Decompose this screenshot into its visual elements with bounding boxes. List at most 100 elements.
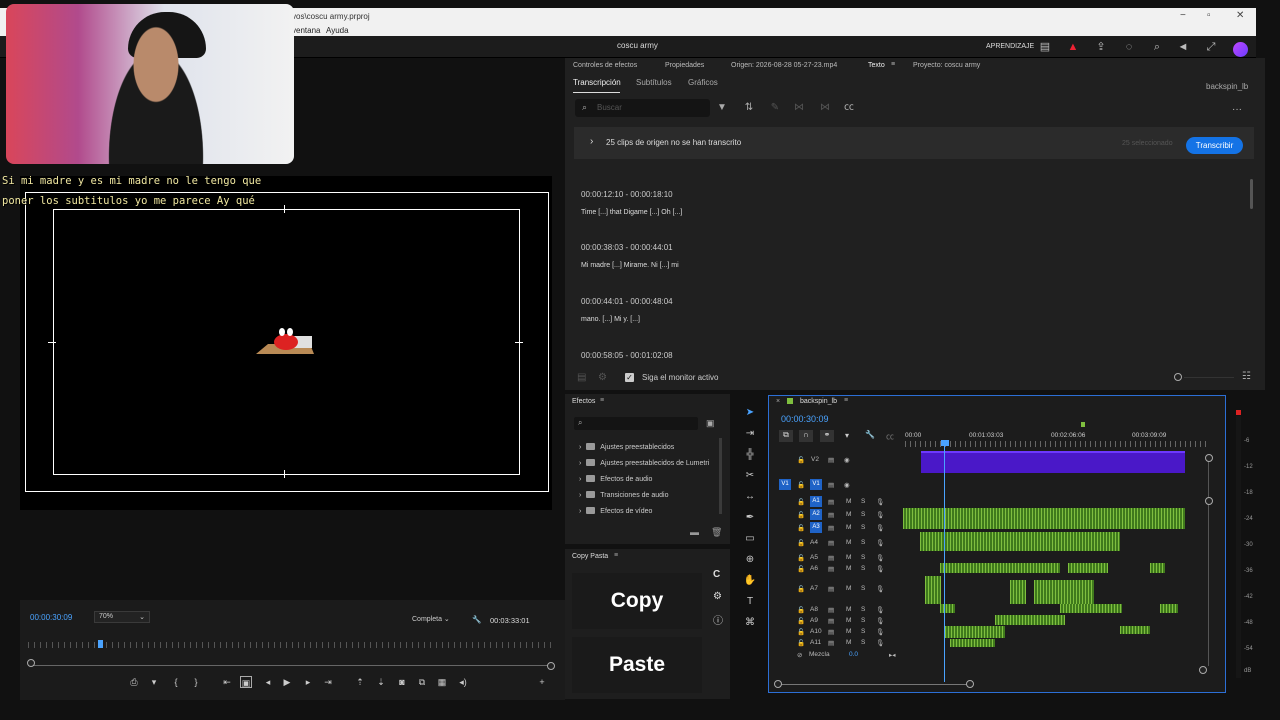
go-to-in-icon[interactable]: ⇤ <box>221 676 233 688</box>
captions-icon[interactable]: ㏄ <box>843 102 855 114</box>
mute-icon[interactable]: M <box>846 511 851 518</box>
timeline-playhead-handle[interactable] <box>941 440 949 446</box>
trash-icon[interactable]: 🗑 <box>711 527 722 538</box>
minimize-icon[interactable]: − <box>1180 10 1186 21</box>
info-icon[interactable]: ⓘ <box>713 612 723 627</box>
captions-toggle-icon[interactable]: ㏄ <box>886 431 894 442</box>
paste-button[interactable]: Paste <box>572 637 702 693</box>
solo-icon[interactable]: S <box>861 498 865 505</box>
panel-menu-icon[interactable]: ≡ <box>614 552 618 559</box>
track-select-icon[interactable]: ⇥ <box>743 427 757 441</box>
follow-monitor-checkbox[interactable]: ✓ <box>625 373 634 382</box>
close-icon[interactable]: ✕ <box>1236 10 1244 21</box>
mute-icon[interactable]: M <box>846 628 851 635</box>
speaker-icon[interactable]: ⋈ <box>819 102 831 114</box>
track-label-v1[interactable]: V1 <box>810 479 822 490</box>
lock-icon[interactable]: 🔓 <box>797 606 805 614</box>
solo-icon[interactable]: S <box>861 617 865 624</box>
tab-subtitles[interactable]: Subtítulos <box>636 78 672 87</box>
segment-text[interactable]: Time [...] that Digame [...] Oh [...] <box>581 209 682 216</box>
lock-icon[interactable]: 🔓 <box>797 481 805 489</box>
tab-transcription[interactable]: Transcripción <box>573 78 621 87</box>
sequence-tab[interactable]: backspin_lb <box>800 398 837 405</box>
solo-icon[interactable]: S <box>861 554 865 561</box>
v-scroll-handle[interactable] <box>1205 454 1213 462</box>
selection-tool-icon[interactable]: ➤ <box>743 406 757 420</box>
audio-clip[interactable] <box>1150 563 1165 573</box>
slip-icon[interactable]: ↔ <box>743 490 757 504</box>
extract-icon[interactable]: ⇣ <box>375 676 387 688</box>
audio-clip[interactable] <box>950 639 995 647</box>
razor-icon[interactable]: ✂ <box>743 469 757 483</box>
scroll-end-handle[interactable] <box>547 662 555 670</box>
mark-in-icon[interactable]: { <box>170 676 182 688</box>
mix-value[interactable]: 0.0 <box>849 651 858 658</box>
mic-icon[interactable]: 🎙 <box>876 498 884 506</box>
lock-icon[interactable]: 🔓 <box>797 565 805 573</box>
tab-text[interactable]: Texto <box>868 62 885 69</box>
lock-icon[interactable]: 🔓 <box>797 524 805 532</box>
c-label[interactable]: C <box>713 569 720 580</box>
filter-icon[interactable]: ▼ <box>716 102 728 114</box>
effects-item[interactable]: › Ajustes preestablecidos de Lumetri <box>579 459 709 467</box>
transcribe-button[interactable]: Transcribir <box>1186 137 1243 154</box>
zoom-slider-track[interactable] <box>1184 377 1234 378</box>
effects-item[interactable]: › Efectos de audio <box>579 475 652 483</box>
audio-clip[interactable] <box>1060 604 1122 613</box>
track-label-a[interactable]: A4 <box>810 539 818 546</box>
quality-select[interactable]: Completa ⌄ <box>408 614 460 626</box>
segment-text[interactable]: Mi madre [...] Mirame. Ni [...] mi <box>581 262 679 269</box>
wrench-icon[interactable]: 🔧 <box>865 430 875 439</box>
mute-icon[interactable]: M <box>846 585 851 592</box>
audio-clip[interactable] <box>1120 626 1150 634</box>
tab-properties[interactable]: Propiedades <box>665 62 704 69</box>
avatar[interactable] <box>1233 42 1248 57</box>
export-frame-icon[interactable]: ⎙ <box>128 676 140 688</box>
camera-icon[interactable]: ◙ <box>396 676 408 688</box>
mute-icon[interactable]: M <box>846 565 851 572</box>
segment-time[interactable]: 00:00:44:01 - 00:00:48:04 <box>581 297 673 306</box>
zoom-slider-handle[interactable] <box>1174 373 1182 381</box>
jump-end-icon[interactable]: ▸◂ <box>889 651 896 659</box>
track-label-v2[interactable]: V2 <box>811 456 819 463</box>
volume-icon[interactable]: ◄ <box>1176 40 1190 54</box>
audio-clip[interactable] <box>995 615 1065 625</box>
track-label-a[interactable]: A2 <box>810 509 822 520</box>
add-button-icon[interactable]: + <box>536 676 548 688</box>
icon-view-icon[interactable]: ▤ <box>577 372 586 383</box>
workspaces-icon[interactable]: ▤ <box>1038 40 1052 54</box>
audio-clip[interactable] <box>940 604 955 613</box>
panel-menu-icon[interactable]: ≡ <box>844 397 848 404</box>
mark-out-icon[interactable]: } <box>190 676 202 688</box>
caption-tool-icon[interactable]: ⌘ <box>743 616 757 630</box>
maximize-icon[interactable]: ▫ <box>1207 10 1211 21</box>
track-label-a[interactable]: A3 <box>810 522 822 533</box>
track-label-a[interactable]: A11 <box>810 639 821 646</box>
wrench-icon[interactable]: 🔧 <box>472 615 481 624</box>
lock-icon[interactable]: 🔓 <box>797 628 805 636</box>
sync-lock-icon[interactable]: ▤ <box>828 606 834 614</box>
mute-icon[interactable]: M <box>846 639 851 646</box>
chevron-right-icon[interactable]: › <box>590 136 593 147</box>
settings-icon[interactable]: ⚙ <box>713 591 722 602</box>
type-icon[interactable]: T <box>743 595 757 609</box>
split-icon[interactable]: ⇅ <box>743 102 755 114</box>
sync-lock-icon[interactable]: ▤ <box>828 524 834 532</box>
edit-icon[interactable]: ✎ <box>769 102 781 114</box>
lift-icon[interactable]: ⇡ <box>354 676 366 688</box>
track-label-a[interactable]: A9 <box>810 617 818 624</box>
linked-selection-icon[interactable]: ⚭ <box>820 430 834 442</box>
sync-lock-icon[interactable]: ▤ <box>828 511 834 519</box>
h-scroll-start[interactable] <box>774 680 782 688</box>
step-back-icon[interactable]: ◂ <box>262 676 274 688</box>
timeline-v-scroll[interactable] <box>1208 456 1209 666</box>
solo-icon[interactable]: S <box>861 628 865 635</box>
transcript-scrollbar[interactable] <box>1250 179 1253 209</box>
tab-effect-controls[interactable]: Controles de efectos <box>573 62 637 69</box>
add-marker-icon[interactable]: ▾ <box>845 431 849 440</box>
monitor-ruler[interactable] <box>28 642 553 648</box>
mute-icon[interactable]: M <box>846 498 851 505</box>
fullscreen-icon[interactable]: ⤢ <box>1204 40 1218 54</box>
eye-icon[interactable]: ◉ <box>844 481 850 489</box>
close-tab-icon[interactable]: × <box>776 398 780 405</box>
